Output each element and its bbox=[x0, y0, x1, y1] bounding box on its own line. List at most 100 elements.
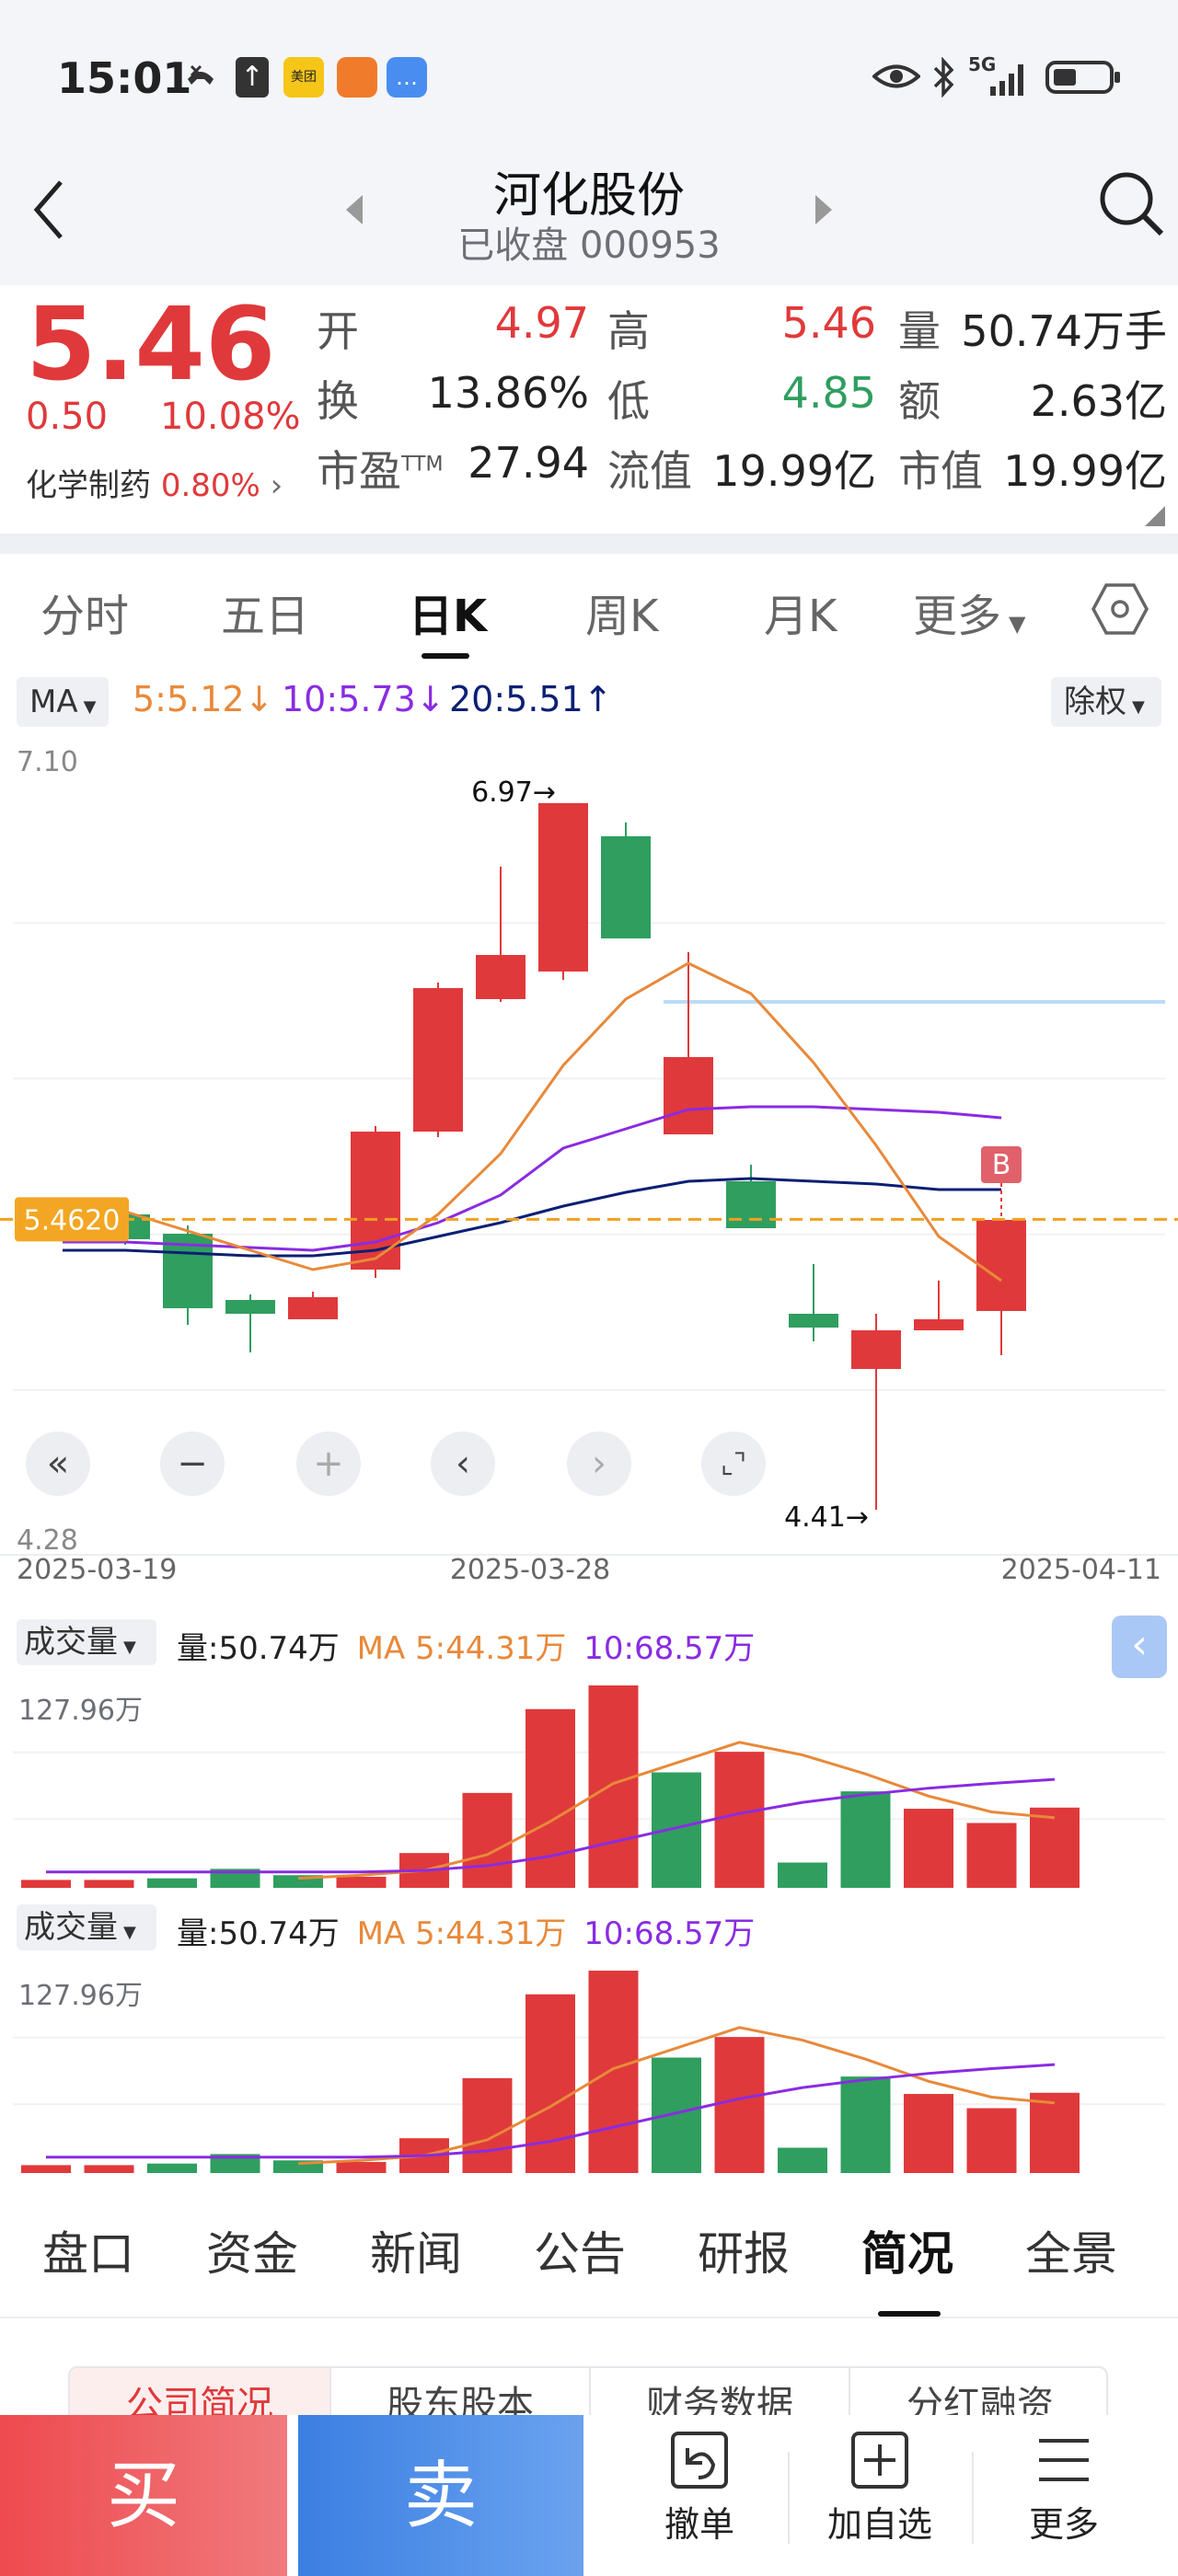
add-watchlist-button[interactable]: 加自选 bbox=[806, 2428, 953, 2566]
sector-pct: 0.80% bbox=[160, 467, 260, 504]
tab-active-indicator bbox=[422, 653, 469, 659]
zoom-out-icon[interactable]: − bbox=[160, 1432, 225, 1496]
tab-monthly-k[interactable]: 月K bbox=[764, 580, 837, 644]
tab-daily-k[interactable]: 日K bbox=[409, 580, 487, 644]
volume-bar bbox=[588, 1685, 639, 1888]
tab-order-book[interactable]: 盘口 bbox=[42, 2217, 134, 2283]
caret-down-icon: ▼ bbox=[123, 1638, 136, 1657]
quote-panel: 5.46 0.50 10.08% 化学制药 0.80% › 开 4.97 高 5… bbox=[0, 285, 1178, 534]
mkt-cap-value: 19.99亿 bbox=[1003, 446, 1167, 496]
double-left-icon[interactable]: « bbox=[26, 1432, 90, 1496]
volume-bar bbox=[840, 2076, 891, 2173]
adjust-select[interactable]: 除权 ▼ bbox=[1051, 677, 1161, 727]
buy-button[interactable]: 买 bbox=[0, 2415, 287, 2576]
pe-value: 27.94 bbox=[468, 438, 589, 488]
fullscreen-icon[interactable]: ⌞⌝ bbox=[701, 1432, 766, 1496]
orange-app-icon bbox=[337, 57, 377, 98]
volume-bar bbox=[147, 1878, 197, 1888]
candle-body bbox=[476, 955, 525, 999]
chevron-right-icon[interactable]: › bbox=[567, 1432, 631, 1496]
tab-research[interactable]: 研报 bbox=[698, 2217, 790, 2283]
ma10-value: 10:5.73↓ bbox=[282, 679, 445, 719]
volume-chart-1[interactable] bbox=[0, 1674, 1178, 1895]
date-label: 2025-04-11 bbox=[1001, 1554, 1161, 1582]
sector-link[interactable]: 化学制药 0.80% › bbox=[26, 460, 283, 505]
caret-down-icon: ▼ bbox=[1132, 697, 1145, 717]
candle-body bbox=[914, 1319, 964, 1330]
chevron-left-icon[interactable]: ‹ bbox=[431, 1432, 495, 1496]
tab-overview[interactable]: 全景 bbox=[1025, 2217, 1117, 2283]
volume-bar bbox=[84, 1880, 134, 1888]
volume-bar bbox=[652, 1772, 701, 1888]
caret-down-icon: ▼ bbox=[83, 697, 97, 717]
tab-announcements[interactable]: 公告 bbox=[534, 2217, 626, 2283]
bluetooth-icon bbox=[933, 57, 954, 98]
candle-body bbox=[664, 1057, 713, 1134]
volume-label: 量 bbox=[898, 306, 941, 356]
volume-bar bbox=[840, 1791, 891, 1888]
low-label: 低 bbox=[607, 376, 650, 426]
prev-stock-icon[interactable] bbox=[341, 190, 368, 230]
sell-button[interactable]: 卖 bbox=[298, 2415, 583, 2576]
turnover-value: 13.86% bbox=[427, 368, 589, 418]
zoom-in-icon[interactable]: + bbox=[296, 1432, 361, 1496]
volume-bar bbox=[1030, 1807, 1080, 1888]
tab-profile[interactable]: 简况 bbox=[861, 2217, 953, 2283]
more-button[interactable]: 更多 bbox=[990, 2428, 1138, 2566]
volume-bar bbox=[21, 2165, 71, 2173]
volume-bar bbox=[778, 1862, 827, 1888]
volume-bar bbox=[904, 2094, 953, 2173]
action-bar: 买 卖 撤单 加自选 更多 bbox=[0, 2415, 1178, 2576]
divider bbox=[788, 2452, 790, 2544]
ma5-value: 5:5.12↓ bbox=[133, 679, 274, 719]
settings-hexagon-icon[interactable] bbox=[1091, 581, 1149, 637]
clock: 15:01 bbox=[57, 53, 192, 103]
volume-bar bbox=[966, 1823, 1017, 1888]
mkt-cap-label: 市值 bbox=[898, 446, 983, 496]
price-change-pct: 10.08% bbox=[160, 396, 301, 438]
amount-label: 额 bbox=[898, 376, 941, 426]
tab-more[interactable]: 更多 ▼ bbox=[913, 580, 1025, 644]
cancel-order-button[interactable]: 撤单 bbox=[626, 2428, 773, 2566]
tab-news[interactable]: 新闻 bbox=[370, 2217, 462, 2283]
volume-legend-2: 量:50.74万 MA 5:44.31万 10:68.57万 bbox=[177, 1915, 756, 1952]
volume-bar bbox=[525, 1994, 575, 2173]
float-cap-value: 19.99亿 bbox=[712, 446, 876, 496]
expand-corner-icon[interactable] bbox=[1145, 506, 1165, 526]
search-icon[interactable] bbox=[1095, 167, 1169, 241]
max-annotation: 6.97→ bbox=[471, 776, 556, 809]
ma20-value: 20:5.51↑ bbox=[449, 679, 613, 719]
back-arrow-icon[interactable] bbox=[26, 173, 72, 247]
candle-body bbox=[288, 1297, 338, 1319]
indicator-select-1[interactable]: 成交量 ▼ bbox=[17, 1619, 156, 1665]
arrow-down-icon: ↓ bbox=[415, 679, 445, 719]
buy-marker-label: B bbox=[992, 1149, 1011, 1181]
min-annotation: 4.41→ bbox=[784, 1501, 869, 1534]
indicator-select-2[interactable]: 成交量 ▼ bbox=[17, 1904, 156, 1950]
volume-chart-2[interactable] bbox=[0, 1960, 1178, 2180]
ma-select[interactable]: MA ▼ bbox=[17, 677, 109, 727]
volume-bar bbox=[147, 2163, 197, 2173]
high-value: 5.46 bbox=[781, 298, 876, 348]
tab-five-day[interactable]: 五日 bbox=[221, 580, 309, 644]
next-stock-icon[interactable] bbox=[810, 190, 837, 230]
candle-body bbox=[225, 1300, 275, 1314]
volume-bar bbox=[84, 2165, 134, 2173]
period-tabs: 分时 五日 日K 周K 月K 更多 ▼ bbox=[0, 554, 1178, 664]
volume-bar bbox=[588, 1971, 639, 2173]
open-label: 开 bbox=[317, 306, 359, 356]
current-price-label: 5.4620 bbox=[24, 1204, 121, 1236]
message-app-icon: … bbox=[387, 57, 427, 98]
ma10-line bbox=[63, 1105, 1002, 1252]
candle-body bbox=[789, 1314, 838, 1328]
amount-value: 2.63亿 bbox=[1030, 376, 1167, 426]
tab-intraday[interactable]: 分时 bbox=[40, 580, 129, 644]
volume-bar bbox=[462, 2077, 513, 2173]
signal-icon bbox=[990, 64, 1023, 96]
tab-weekly-k[interactable]: 周K bbox=[585, 580, 658, 644]
open-value: 4.97 bbox=[494, 298, 589, 348]
sector-name: 化学制药 bbox=[26, 467, 151, 504]
price-change: 0.50 bbox=[26, 396, 109, 438]
tab-funds[interactable]: 资金 bbox=[206, 2217, 298, 2283]
collapse-panel-icon[interactable]: ‹ bbox=[1112, 1616, 1167, 1678]
